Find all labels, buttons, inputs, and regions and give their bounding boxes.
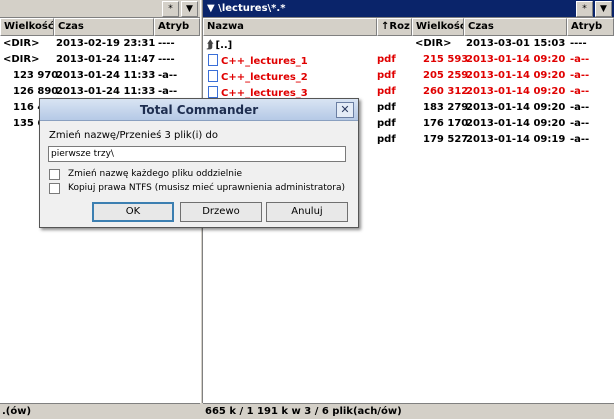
file-date: 2013-02-19 23:31: [56, 38, 156, 49]
file-size: 205 259: [423, 70, 469, 81]
ok-button[interactable]: OK: [92, 202, 174, 222]
file-ext: pdf: [377, 70, 396, 81]
file-attr: ----: [158, 54, 175, 65]
file-date: 2013-01-14 09:19: [466, 134, 566, 145]
right-path-bar[interactable]: ▼ \lectures\*.* * ▼: [203, 0, 614, 18]
pdf-file-icon: [208, 86, 218, 98]
right-hotlist-button[interactable]: ▼: [595, 1, 612, 17]
destination-input[interactable]: [48, 146, 346, 162]
file-size: 176 170: [423, 118, 469, 129]
file-size: 215 593: [423, 54, 469, 65]
file-date: 2013-01-14 09:20: [466, 102, 566, 113]
right-col-date[interactable]: Czas: [464, 18, 567, 36]
left-col-attr[interactable]: Atryb: [154, 18, 200, 36]
file-date: 2013-03-01 15:03: [466, 38, 566, 49]
left-status-bar: .(ów): [0, 403, 200, 419]
file-size: 183 279: [423, 102, 469, 113]
file-size: 179 527: [423, 134, 469, 145]
file-size: <DIR>: [3, 38, 40, 49]
file-date: 2013-01-14 09:20: [466, 70, 566, 81]
file-attr: -a--: [570, 86, 590, 97]
file-ext: pdf: [377, 118, 396, 129]
file-date: 2013-01-24 11:33: [56, 70, 156, 81]
file-attr: -a--: [570, 118, 590, 129]
copy-ntfs-label: Kopiuj prawa NTFS (musisz mieć uprawnien…: [68, 183, 345, 193]
file-entry: C++_lectures_2: [208, 70, 308, 83]
right-status-bar: 665 k / 1 191 k w 3 / 6 plik(ach/ów): [203, 403, 614, 419]
file-attr: -a--: [570, 54, 590, 65]
right-history-button[interactable]: *: [576, 1, 593, 17]
left-col-date[interactable]: Czas: [54, 18, 154, 36]
left-col-size[interactable]: Wielkość: [0, 18, 54, 36]
file-attr: ----: [158, 38, 175, 49]
file-ext: pdf: [377, 54, 396, 65]
file-row-selected[interactable]: C++_lectures_2 pdf 205 259 2013-01-14 09…: [203, 68, 614, 84]
pdf-file-icon: [208, 54, 218, 66]
left-path-bar[interactable]: * ▼: [0, 0, 200, 18]
rename-each-label: Zmień nazwę każdego pliku oddzielnie: [68, 169, 243, 179]
file-name: C++_lectures_1: [221, 56, 308, 67]
cancel-button[interactable]: Anuluj: [266, 202, 348, 222]
dialog-title-bar[interactable]: Total Commander ✕: [40, 99, 358, 121]
file-date: 2013-01-24 11:47: [56, 54, 156, 65]
file-row[interactable]: ⮭ [..] <DIR> 2013-03-01 15:03 ----: [203, 36, 614, 52]
file-ext: pdf: [377, 86, 396, 97]
right-path-text: ▼ \lectures\*.*: [207, 3, 286, 14]
file-date: 2013-01-14 09:20: [466, 118, 566, 129]
file-attr: -a--: [570, 70, 590, 81]
file-attr: -a--: [570, 102, 590, 113]
file-row[interactable]: 123 970 2013-01-24 11:33 -a--: [0, 68, 200, 84]
file-date: 2013-01-24 11:33: [56, 86, 156, 97]
file-size: <DIR>: [415, 38, 452, 49]
file-ext: pdf: [377, 102, 396, 113]
file-attr: ----: [570, 38, 587, 49]
file-attr: -a--: [158, 86, 178, 97]
pdf-file-icon: [208, 70, 218, 82]
file-date: 2013-01-14 09:20: [466, 54, 566, 65]
file-entry: C++_lectures_1: [208, 54, 308, 67]
file-row[interactable]: <DIR> 2013-02-19 23:31 ----: [0, 36, 200, 52]
right-col-attr[interactable]: Atryb: [567, 18, 614, 36]
left-hotlist-button[interactable]: ▼: [181, 1, 198, 17]
right-col-ext[interactable]: ↑Roz: [377, 18, 412, 36]
file-size: 123 970: [13, 70, 59, 81]
left-column-header: Wielkość Czas Atryb: [0, 18, 200, 36]
file-attr: -a--: [570, 134, 590, 145]
file-ext: pdf: [377, 134, 396, 145]
dialog-prompt: Zmień nazwę/Przenieś 3 plik(i) do: [49, 130, 218, 141]
file-attr: -a--: [158, 70, 178, 81]
right-col-name[interactable]: Nazwa: [203, 18, 377, 36]
rename-each-checkbox[interactable]: [49, 169, 60, 180]
file-name: [..]: [215, 40, 233, 51]
parent-dir: ⮭ [..]: [207, 38, 232, 52]
left-history-button[interactable]: *: [162, 1, 179, 17]
rename-move-dialog[interactable]: Total Commander ✕ Zmień nazwę/Przenieś 3…: [39, 98, 359, 228]
file-row[interactable]: <DIR> 2013-01-24 11:47 ----: [0, 52, 200, 68]
dialog-title: Total Commander: [139, 103, 259, 117]
file-row-selected[interactable]: C++_lectures_1 pdf 215 593 2013-01-14 09…: [203, 52, 614, 68]
right-col-size[interactable]: Wielkość: [412, 18, 464, 36]
close-icon[interactable]: ✕: [336, 102, 354, 118]
file-date: 2013-01-14 09:20: [466, 86, 566, 97]
file-size: <DIR>: [3, 54, 40, 65]
copy-ntfs-checkbox[interactable]: [49, 183, 60, 194]
file-name: C++_lectures_2: [221, 72, 308, 83]
file-size: 126 890: [13, 86, 59, 97]
up-arrow-icon: ⮭: [207, 38, 214, 51]
file-size: 260 312: [423, 86, 469, 97]
tree-button[interactable]: Drzewo: [180, 202, 262, 222]
right-column-header: Nazwa ↑Roz Wielkość Czas Atryb: [203, 18, 614, 36]
